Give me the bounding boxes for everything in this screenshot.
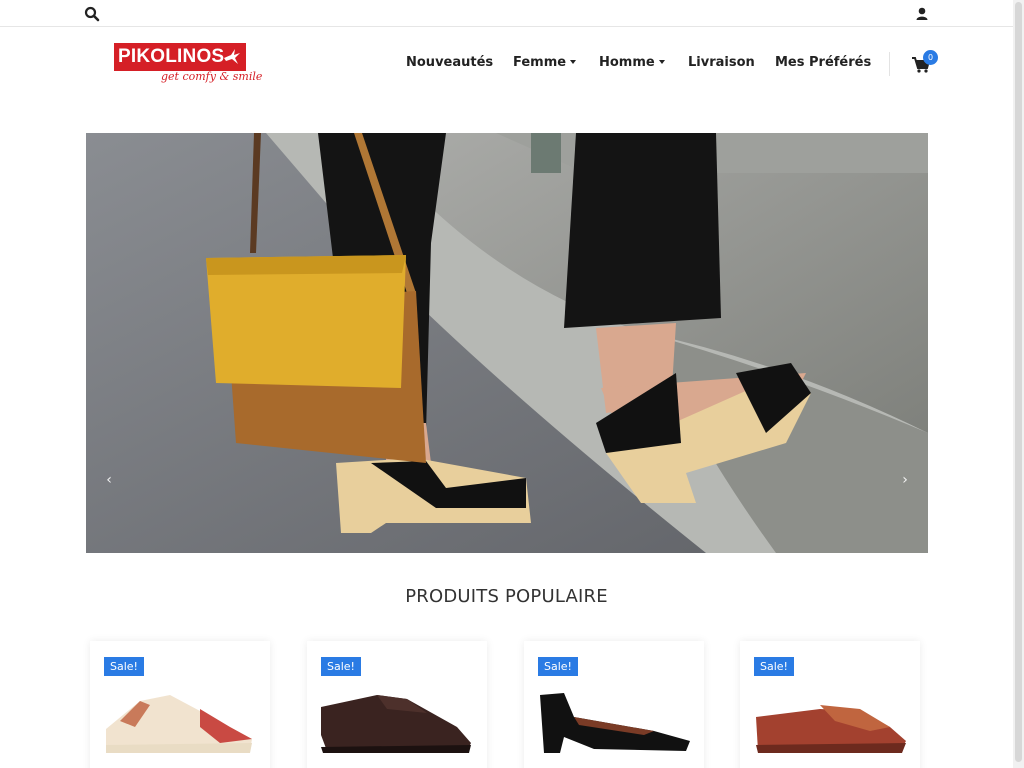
sale-badge: Sale! (104, 657, 144, 676)
caret-down-icon (658, 59, 665, 64)
scrollbar-thumb[interactable] (1015, 2, 1022, 762)
logo-tagline: get comfy & smile (161, 70, 263, 83)
product-card[interactable]: Sale! (307, 641, 487, 768)
search-icon[interactable] (84, 6, 100, 22)
page-scrollbar[interactable] (1013, 0, 1024, 768)
nav-femme[interactable]: Femme (513, 55, 577, 75)
sale-badge: Sale! (321, 657, 361, 676)
nav-divider (889, 52, 890, 76)
cart-count-badge: 0 (923, 50, 938, 65)
product-card[interactable]: Sale! (740, 641, 920, 768)
sale-badge: Sale! (538, 657, 578, 676)
sneaker-icon (106, 695, 252, 753)
nav-label: Mes Préférés (775, 55, 872, 70)
nav-nouveautes[interactable]: Nouveautés (406, 55, 493, 75)
hero-image (86, 133, 928, 553)
nav-livraison[interactable]: Livraison (688, 55, 755, 75)
hero-slider[interactable]: ‹ › (86, 133, 928, 553)
pump-shoe-icon (540, 693, 690, 753)
nav-mes-preferes[interactable]: Mes Préférés (775, 55, 871, 75)
sale-badge: Sale! (754, 657, 794, 676)
loafer-icon (756, 705, 906, 753)
nav-homme[interactable]: Homme (599, 55, 665, 75)
brand-logo[interactable]: PIKOLINOS get comfy & smile (114, 43, 262, 87)
utility-bar (0, 0, 1013, 27)
derby-shoe-icon (321, 695, 471, 753)
product-card[interactable]: Sale! (90, 641, 270, 768)
nav-label: Femme (513, 55, 567, 70)
hero-prev-arrow[interactable]: ‹ (102, 470, 116, 490)
caret-down-icon (570, 59, 577, 64)
popular-title: PRODUITS POPULAIRE (405, 586, 608, 607)
logo-brand-text: PIKOLINOS (118, 46, 225, 67)
nav-label: Homme (599, 55, 655, 70)
hero-next-arrow[interactable]: › (898, 470, 912, 490)
bird-icon (224, 49, 240, 64)
nav-label: Nouveautés (406, 55, 494, 70)
nav-label: Livraison (688, 55, 755, 70)
product-card[interactable]: Sale! (524, 641, 704, 768)
user-icon[interactable] (914, 6, 930, 22)
